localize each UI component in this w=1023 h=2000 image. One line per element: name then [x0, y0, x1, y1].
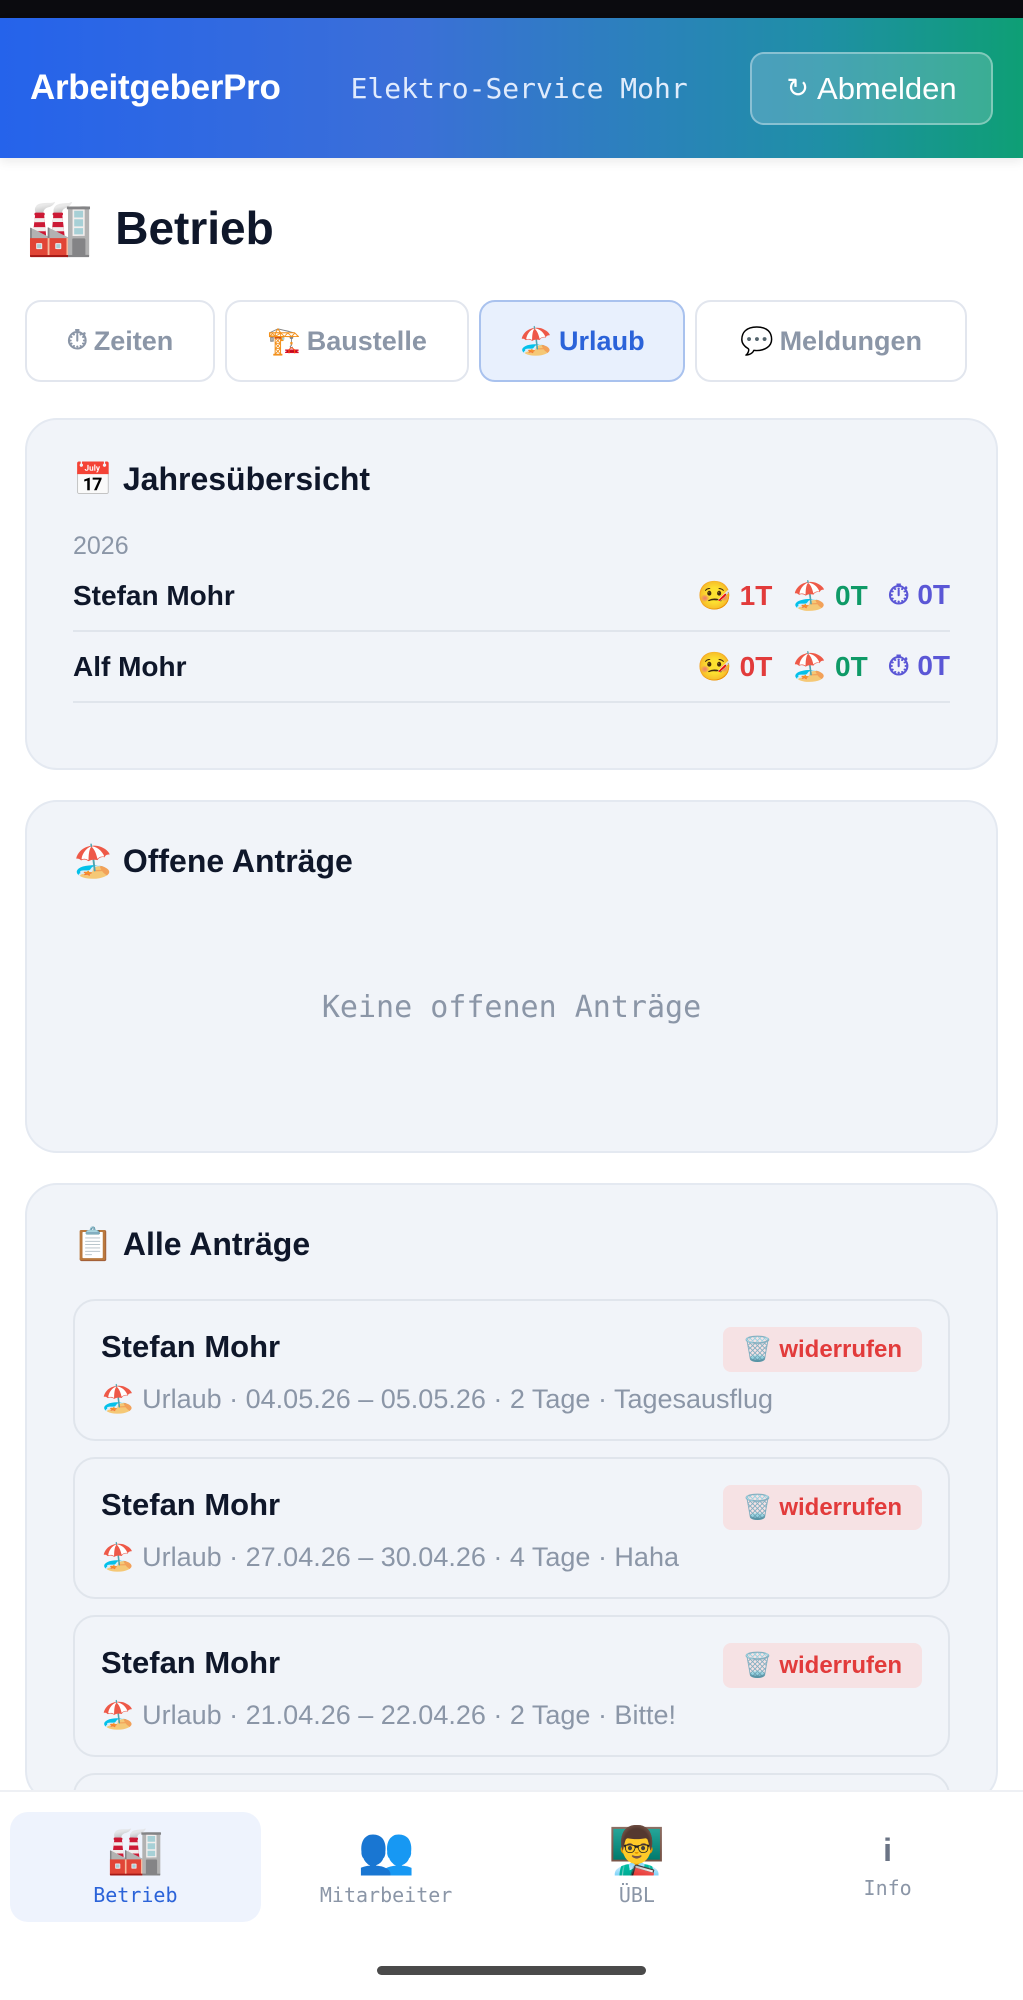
employee-row: Stefan Mohr 🤒 1T 🏖️ 0T ⏱ 0T — [73, 561, 950, 632]
request-item: Stefan Mohr 🏖️ Urlaub · 27.04.26 – 30.04… — [73, 1457, 950, 1599]
sick-days: 🤒 1T — [697, 580, 773, 611]
tab-bar: ⏱ Zeiten 🏗️ Baustelle 🏖️ Urlaub 💬 Meldun… — [0, 300, 1023, 382]
stopwatch-icon: ⏱ — [887, 579, 910, 610]
logout-button[interactable]: ↻ Abmelden — [750, 52, 993, 125]
beach-umbrella-icon: 🏖️ — [792, 651, 828, 682]
factory-icon: 🏭 — [26, 197, 94, 258]
nav-betrieb[interactable]: 🏭 Betrieb — [10, 1812, 261, 1922]
year-overview-title: 📅 Jahresübersicht — [73, 460, 371, 498]
clipboard-icon: 📋 — [73, 1226, 113, 1262]
nav-label: Mitarbeiter — [319, 1883, 453, 1907]
tab-zeiten[interactable]: ⏱ Zeiten — [25, 300, 215, 382]
tab-label: Zeiten — [93, 325, 174, 356]
page-title: 🏭 Betrieb — [0, 158, 1023, 298]
home-indicator[interactable] — [377, 1966, 646, 1975]
employee-name: Stefan Mohr — [73, 579, 235, 611]
tab-urlaub[interactable]: 🏖️ Urlaub — [479, 300, 685, 382]
brand-title: ArbeitgeberPro — [30, 68, 281, 107]
nav-mitarbeiter[interactable]: 👥 Mitarbeiter — [261, 1812, 512, 1922]
nav-uebl[interactable]: 👨‍🏫 ÜBL — [512, 1812, 763, 1922]
sick-face-icon: 🤒 — [697, 580, 732, 611]
request-item: Stefan Mohr 🏖️ Urlaub · 04.05.26 – 05.05… — [73, 1299, 950, 1441]
teacher-icon: 👨‍🏫 — [608, 1824, 666, 1876]
calendar-icon: 📅 — [73, 461, 113, 497]
all-requests-title: 📋 Alle Anträge — [73, 1225, 311, 1263]
request-item: Stefan Mohr 🏖️ Urlaub · 21.04.26 – 22.04… — [73, 1615, 950, 1757]
open-requests-title: 🏖️ Offene Anträge — [73, 842, 353, 880]
request-detail: 🏖️ Urlaub · 27.04.26 – 30.04.26 · 4 Tage… — [101, 1542, 679, 1572]
revoke-button[interactable]: 🗑️ widerrufen — [722, 1485, 922, 1530]
company-name: Elektro-Service Mohr — [350, 71, 688, 105]
request-detail: 🏖️ Urlaub · 04.05.26 – 05.05.26 · 2 Tage… — [101, 1384, 774, 1414]
status-bar — [0, 0, 1023, 18]
employee-stats: 🤒 1T 🏖️ 0T ⏱ 0T — [697, 579, 950, 612]
tab-label: Urlaub — [559, 325, 645, 356]
year-overview-card: 📅 Jahresübersicht 2026 Stefan Mohr 🤒 1T … — [25, 418, 998, 770]
overtime-days: ⏱ 0T — [887, 650, 950, 681]
crane-icon: 🏗️ — [267, 326, 301, 356]
employee-row: Alf Mohr 🤒 0T 🏖️ 0T ⏱ 0T — [73, 632, 950, 703]
stopwatch-icon: ⏱ — [887, 650, 910, 681]
speech-bubble-icon: 💬 — [739, 326, 774, 356]
vacation-days: 🏖️ 0T — [792, 580, 868, 611]
request-detail: 🏖️ Urlaub · 21.04.26 – 22.04.26 · 2 Tage… — [101, 1700, 676, 1730]
year-label: 2026 — [73, 532, 129, 560]
stopwatch-icon: ⏱ — [66, 325, 88, 355]
open-requests-card: 🏖️ Offene Anträge Keine offenen Anträge — [25, 800, 998, 1153]
logout-label: Abmelden — [817, 70, 957, 106]
tab-baustelle[interactable]: 🏗️ Baustelle — [225, 300, 469, 382]
logout-icon: ↻ — [786, 73, 810, 103]
people-icon: 👥 — [357, 1824, 415, 1876]
revoke-button[interactable]: 🗑️ widerrufen — [722, 1327, 922, 1372]
tab-meldungen[interactable]: 💬 Meldungen — [695, 300, 967, 382]
nav-label: Info — [863, 1876, 912, 1900]
employee-stats: 🤒 0T 🏖️ 0T ⏱ 0T — [697, 650, 950, 683]
all-requests-card: 📋 Alle Anträge Stefan Mohr 🏖️ Urlaub · 0… — [25, 1183, 998, 1833]
beach-umbrella-icon: 🏖️ — [519, 326, 554, 356]
nav-label: ÜBL — [618, 1883, 655, 1907]
employee-name: Alf Mohr — [73, 650, 187, 682]
app-header: ArbeitgeberPro Elektro-Service Mohr ↻ Ab… — [0, 18, 1023, 158]
revoke-button[interactable]: 🗑️ widerrufen — [722, 1643, 922, 1688]
nav-label: Betrieb — [93, 1883, 178, 1907]
beach-umbrella-icon: 🏖️ — [73, 843, 113, 879]
vacation-days: 🏖️ 0T — [792, 651, 868, 682]
beach-umbrella-icon: 🏖️ — [792, 580, 828, 611]
tab-label: Baustelle — [306, 325, 427, 356]
overtime-days: ⏱ 0T — [887, 579, 950, 610]
factory-icon: 🏭 — [106, 1824, 165, 1876]
info-icon: i — [883, 1832, 893, 1868]
sick-days: 🤒 0T — [697, 651, 773, 682]
page-heading: Betrieb — [115, 202, 274, 254]
sick-face-icon: 🤒 — [697, 651, 732, 682]
empty-state-text: Keine offenen Anträge — [321, 990, 702, 1025]
nav-info[interactable]: i Info — [762, 1812, 1013, 1922]
tab-label: Meldungen — [779, 325, 923, 356]
